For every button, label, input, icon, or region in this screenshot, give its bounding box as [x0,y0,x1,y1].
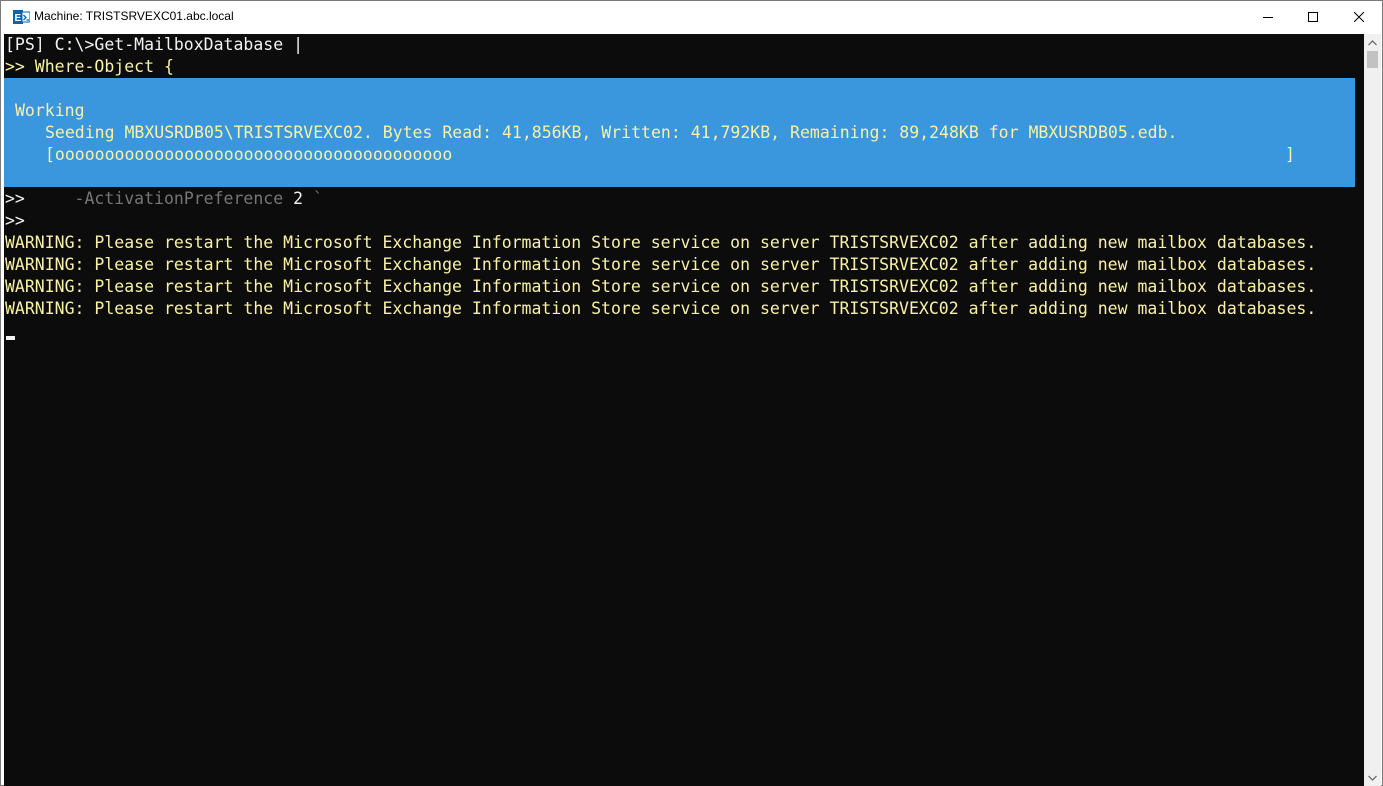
minimize-icon [1263,17,1273,18]
progress-status: Seeding MBXUSRDB05\TRISTSRVEXC02. Bytes … [45,123,1178,142]
prompt-line: [PS] C:\>Get-MailboxDatabase | [5,34,303,56]
prompt-text: [PS] C:\>Get-MailboxDatabase | [5,35,304,54]
param-line: >> -ActivationPreference 2 ` [5,188,323,210]
close-button[interactable] [1336,1,1382,33]
empty-continuation-line: >> [5,211,25,230]
chevron-up-icon [1368,39,1377,45]
console-window: E Machine: TRISTSRVEXC01.abc.local [PS] … [0,0,1383,786]
scroll-thumb[interactable] [1367,51,1378,68]
warning-line: WARNING: Please restart the Microsoft Ex… [5,299,1317,318]
progress-bar-end: ] [1285,145,1295,164]
window-title: Machine: TRISTSRVEXC01.abc.local [34,9,234,23]
chevron-down-icon [1368,775,1377,781]
param-name: -ActivationPreference [74,189,284,208]
maximize-button[interactable] [1290,1,1336,33]
console-output[interactable]: [PS] C:\>Get-MailboxDatabase | >> Where-… [4,34,1364,786]
param-tick: ` [312,189,323,208]
progress-panel: Working Seeding MBXUSRDB05\TRISTSRVEXC02… [4,78,1355,187]
progress-heading: Working [15,101,85,120]
text-cursor [6,336,15,340]
progress-bar-fill: [ooooooooooooooooooooooooooooooooooooooo… [45,145,453,164]
param-prefix: >> [5,189,25,208]
scroll-up-button[interactable] [1364,34,1381,51]
close-icon [1354,12,1364,22]
svg-text:E: E [15,13,22,24]
exchange-management-shell-icon: E [13,10,30,24]
scroll-down-button[interactable] [1364,769,1381,786]
param-value: 2 [293,189,304,208]
minimize-button[interactable] [1245,1,1291,33]
vertical-scrollbar[interactable] [1364,34,1381,786]
warning-line: WARNING: Please restart the Microsoft Ex… [5,233,1317,252]
continuation-line: >> Where-Object { [5,57,174,76]
maximize-icon [1308,12,1318,22]
warning-line: WARNING: Please restart the Microsoft Ex… [5,255,1317,274]
title-bar[interactable]: E Machine: TRISTSRVEXC01.abc.local [1,1,1382,33]
warning-line: WARNING: Please restart the Microsoft Ex… [5,277,1317,296]
